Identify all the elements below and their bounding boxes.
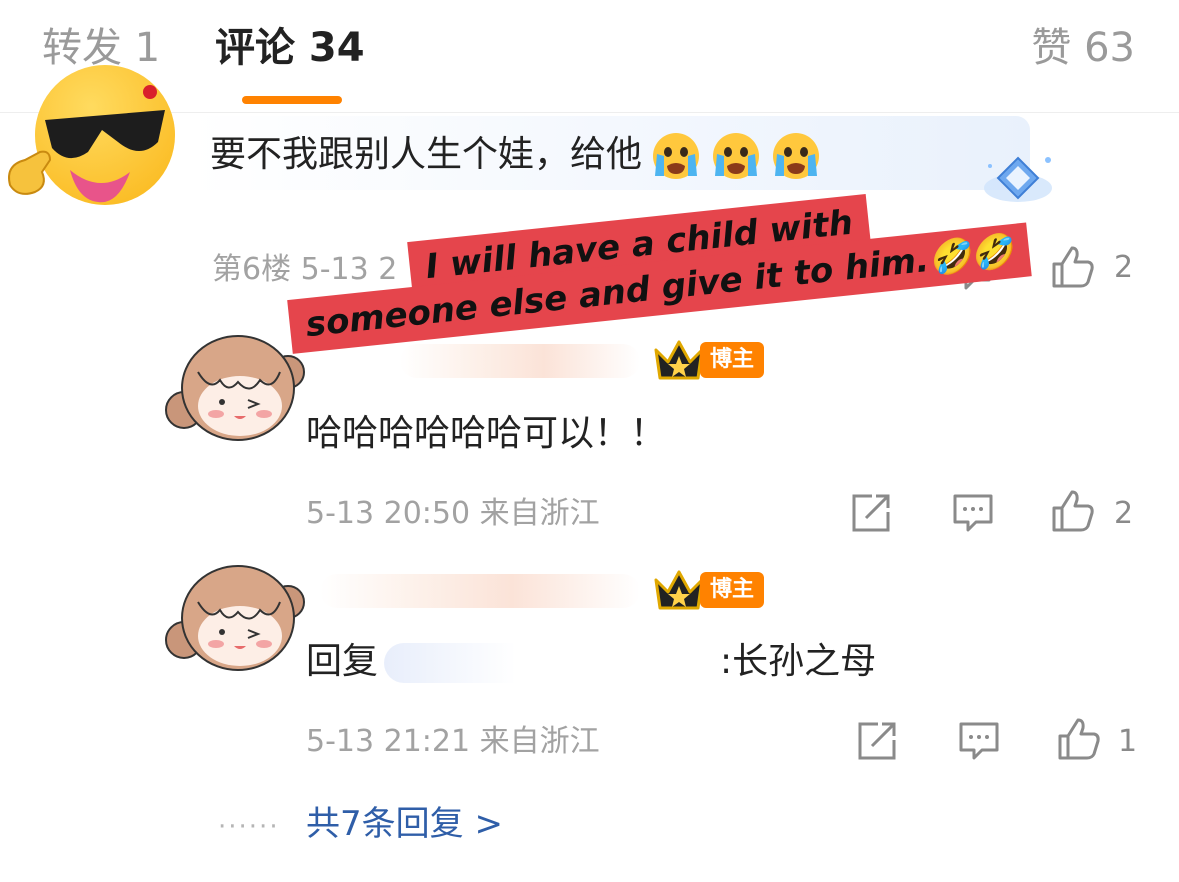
- thumbs-up-icon[interactable]: [1050, 244, 1096, 290]
- avatar[interactable]: [160, 552, 310, 682]
- like-count: 1: [1118, 724, 1138, 759]
- reply-author-name[interactable]: [320, 574, 640, 608]
- comment-icon[interactable]: [950, 490, 996, 536]
- thumbs-up-icon[interactable]: [1056, 716, 1102, 762]
- translation-caption: I will have a child with someone else an…: [280, 190, 1032, 360]
- share-icon[interactable]: [854, 718, 900, 764]
- reply-meta: 5-13 20:50 来自浙江: [306, 496, 600, 531]
- active-tab-indicator: [242, 96, 342, 104]
- avatar[interactable]: [160, 322, 310, 452]
- reply-prefix: 回复: [306, 641, 379, 682]
- comment-icon[interactable]: [956, 718, 1002, 764]
- tab-comments[interactable]: 评论 34: [215, 22, 365, 74]
- main-comment-text: 要不我跟别人生个娃，给他: [210, 130, 822, 182]
- more-replies-link[interactable]: 共7条回复 >: [306, 800, 503, 848]
- reply-meta: 5-13 21:21 来自浙江: [306, 724, 600, 759]
- main-comment-body: 要不我跟别人生个娃，给他: [210, 134, 643, 175]
- ellipsis-dots: ······: [218, 812, 280, 842]
- thumbs-up-icon[interactable]: [1050, 488, 1096, 534]
- share-icon[interactable]: [848, 490, 894, 536]
- crying-emoji-icon: [773, 133, 820, 179]
- crying-emoji-icon: [653, 133, 700, 179]
- crown-icon: [654, 340, 704, 380]
- mention-link[interactable]: [384, 643, 715, 683]
- author-badge: 博主: [700, 342, 765, 378]
- reply-author-name[interactable]: [400, 344, 640, 378]
- sunglasses-emoji-icon[interactable]: [0, 60, 190, 210]
- reply-suffix: :长孙之母: [720, 641, 877, 682]
- tab-likes[interactable]: 赞 63: [1031, 22, 1135, 74]
- like-count: 2: [1114, 250, 1134, 285]
- reply-text: 哈哈哈哈哈哈可以！！: [306, 413, 667, 454]
- crying-emoji-icon: [713, 133, 760, 179]
- crown-icon: [654, 570, 704, 610]
- author-badge: 博主: [700, 572, 765, 608]
- like-count: 2: [1114, 496, 1134, 531]
- reply-text: 回复 :长孙之母: [306, 638, 876, 686]
